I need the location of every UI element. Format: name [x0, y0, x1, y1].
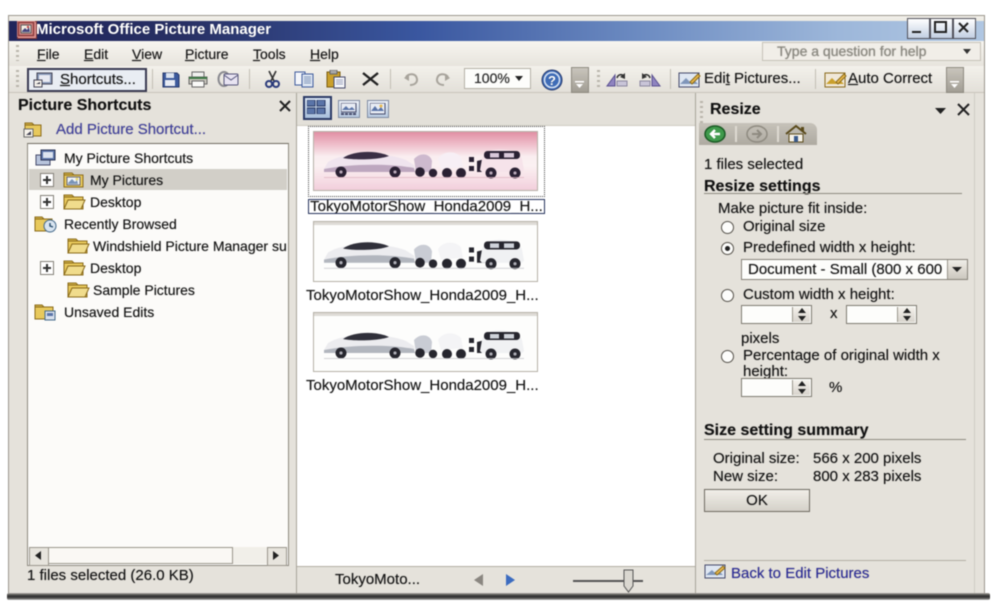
- svg-text:?: ?: [548, 73, 556, 88]
